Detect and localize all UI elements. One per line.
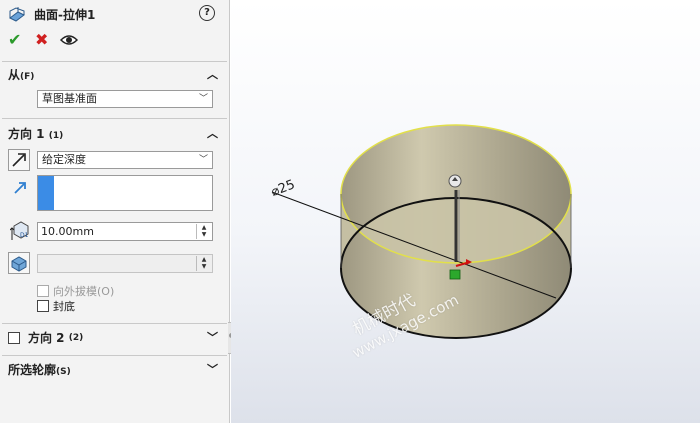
draft-spinner[interactable]: ▲ ▼ xyxy=(196,256,211,271)
chevron-down-icon[interactable]: ﹀ xyxy=(207,328,218,348)
feature-title: 曲面-拉伸1 xyxy=(34,7,96,22)
depth-input[interactable]: 10.00mm ▲ ▼ xyxy=(37,222,213,241)
divider xyxy=(2,355,227,356)
direction-vector-icon xyxy=(14,182,26,194)
model-scene[interactable] xyxy=(231,0,700,423)
cap-end-label: 封底 xyxy=(53,300,75,313)
divider xyxy=(2,61,227,62)
draft-toggle-button[interactable] xyxy=(8,252,30,274)
divider xyxy=(2,118,227,119)
divider xyxy=(2,323,227,324)
direction2-label: 方向 2 xyxy=(28,331,65,345)
graphics-viewport[interactable]: ⌀25 机械时代 www.jxage.com xyxy=(231,0,700,423)
direction2-section-header[interactable]: 方向 2 (2) ﹀ xyxy=(0,328,228,348)
direction-reference-list[interactable] xyxy=(37,175,213,211)
chevron-up-icon[interactable]: ︿ xyxy=(207,65,218,85)
origin-point-icon xyxy=(449,269,461,280)
help-icon[interactable]: ? xyxy=(199,5,215,21)
cancel-button[interactable]: ✖ xyxy=(35,30,48,50)
end-condition-select[interactable]: 给定深度 ﹀ xyxy=(37,151,213,169)
reverse-direction-button[interactable] xyxy=(8,149,30,171)
chevron-down-icon[interactable]: ﹀ xyxy=(207,360,218,380)
reverse-direction-icon xyxy=(12,153,26,167)
cap-end-checkbox[interactable]: 封底 xyxy=(37,298,75,314)
checkbox-box[interactable] xyxy=(37,285,49,297)
checkbox-box[interactable] xyxy=(37,300,49,312)
ok-button[interactable]: ✔ xyxy=(8,30,21,50)
depth-value: 10.00mm xyxy=(41,225,94,238)
direction1-section-header[interactable]: 方向 1 (1) ︿ xyxy=(0,124,228,144)
direction2-shortcut: (2) xyxy=(68,333,84,343)
from-condition-select[interactable]: 草图基准面 ﹀ xyxy=(37,90,213,108)
selected-contours-section-header[interactable]: 所选轮廓(S) ﹀ xyxy=(0,360,228,380)
depth-icon: D1 xyxy=(10,221,29,240)
feature-header: 曲面-拉伸1 xyxy=(0,4,228,24)
property-manager-panel: 曲面-拉伸1 ? ✔ ✖ 从(F) ︿ 草图基准面 ﹀ 方向 1 (1) ︿ 给… xyxy=(0,0,230,423)
from-section-header[interactable]: 从(F) ︿ xyxy=(0,65,228,85)
from-shortcut: (F) xyxy=(20,72,35,82)
from-label: 从 xyxy=(8,68,21,82)
end-condition-value: 给定深度 xyxy=(42,153,86,166)
selected-contours-shortcut: (S) xyxy=(56,367,71,377)
draft-angle-input[interactable]: ▲ ▼ xyxy=(37,254,213,273)
draft-outward-label: 向外拔模(O) xyxy=(53,285,115,298)
depth-spinner[interactable]: ▲ ▼ xyxy=(196,224,211,239)
draft-outward-checkbox[interactable]: 向外拔模(O) xyxy=(37,283,114,299)
chevron-up-icon[interactable]: ︿ xyxy=(207,124,218,144)
from-condition-value: 草图基准面 xyxy=(42,92,97,105)
preview-eye-icon[interactable] xyxy=(60,33,78,47)
action-bar: ✔ ✖ xyxy=(0,30,228,50)
selected-contours-label: 所选轮廓 xyxy=(8,363,57,377)
svg-text:D1: D1 xyxy=(20,232,29,239)
selection-indicator xyxy=(38,176,54,210)
direction1-label: 方向 1 xyxy=(8,127,45,141)
extrude-surface-icon xyxy=(9,7,25,22)
direction1-shortcut: (1) xyxy=(48,131,64,141)
draft-icon xyxy=(11,256,27,272)
direction2-checkbox[interactable] xyxy=(8,332,20,344)
chevron-down-icon: ﹀ xyxy=(198,94,208,104)
chevron-down-icon: ﹀ xyxy=(198,155,208,165)
